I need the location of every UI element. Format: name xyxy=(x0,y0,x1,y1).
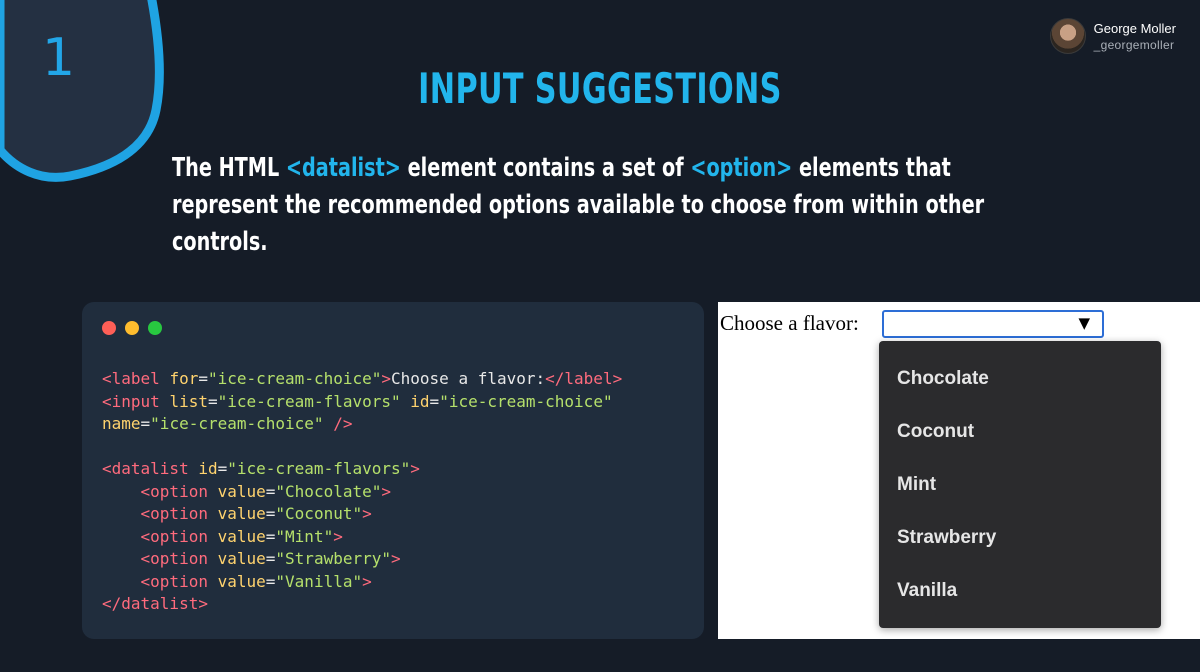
code-line: <label for="ice-cream-choice">Choose a f… xyxy=(102,369,623,388)
datalist-tag-highlight: <datalist> xyxy=(285,153,401,183)
option-tag-highlight: <option> xyxy=(690,153,793,183)
dropdown-option[interactable]: Mint xyxy=(897,474,936,496)
code-window: <label for="ice-cream-choice">Choose a f… xyxy=(82,302,704,639)
minimize-dot-icon xyxy=(125,321,139,335)
code-line: <datalist id="ice-cream-flavors"> xyxy=(102,459,420,478)
code-block: <label for="ice-cream-choice">Choose a f… xyxy=(102,368,622,616)
avatar xyxy=(1049,18,1086,54)
close-dot-icon xyxy=(102,321,116,335)
code-line: <input list="ice-cream-flavors" id="ice-… xyxy=(102,391,613,411)
code-line: <option value="Coconut"> xyxy=(140,504,372,523)
code-line: <option value="Strawberry"> xyxy=(140,549,401,568)
badge-shield-icon xyxy=(0,0,164,182)
maximize-dot-icon xyxy=(148,321,162,335)
dropdown-option[interactable]: Coconut xyxy=(897,421,974,443)
description: The HTML <datalist> element contains a s… xyxy=(172,150,986,261)
description-line-2: represent the recommended options availa… xyxy=(172,190,985,220)
code-line: </datalist> xyxy=(102,594,208,613)
code-line: <option value="Chocolate"> xyxy=(140,481,392,501)
badge-number: 1 xyxy=(42,28,76,88)
flavor-label: Choose a flavor: xyxy=(720,311,859,335)
dropdown-option[interactable]: Vanilla xyxy=(897,580,957,602)
author-name: George Moller xyxy=(1093,20,1176,36)
window-controls xyxy=(102,321,162,335)
dropdown-option[interactable]: Chocolate xyxy=(897,368,989,390)
description-line-3: controls. xyxy=(172,227,268,257)
demo-panel: Choose a flavor: ▼ Chocolate Coconut Min… xyxy=(718,302,1200,639)
suggestions-dropdown: Chocolate Coconut Mint Strawberry Vanill… xyxy=(879,341,1161,628)
code-line: <option value="Vanilla"> xyxy=(140,571,372,591)
author-info: George Moller _georgemoller xyxy=(1049,18,1176,54)
flavor-input[interactable]: ▼ xyxy=(882,310,1104,338)
page-title: INPUT SUGGESTIONS xyxy=(418,64,782,113)
author-handle: _georgemoller xyxy=(1093,37,1175,52)
dropdown-arrow-icon[interactable]: ▼ xyxy=(1078,314,1090,332)
code-line: <option value="Mint"> xyxy=(140,526,343,546)
code-line: name="ice-cream-choice" /> xyxy=(102,414,353,433)
dropdown-option[interactable]: Strawberry xyxy=(897,527,996,549)
description-line-1: The HTML <datalist> element contains a s… xyxy=(172,153,951,183)
